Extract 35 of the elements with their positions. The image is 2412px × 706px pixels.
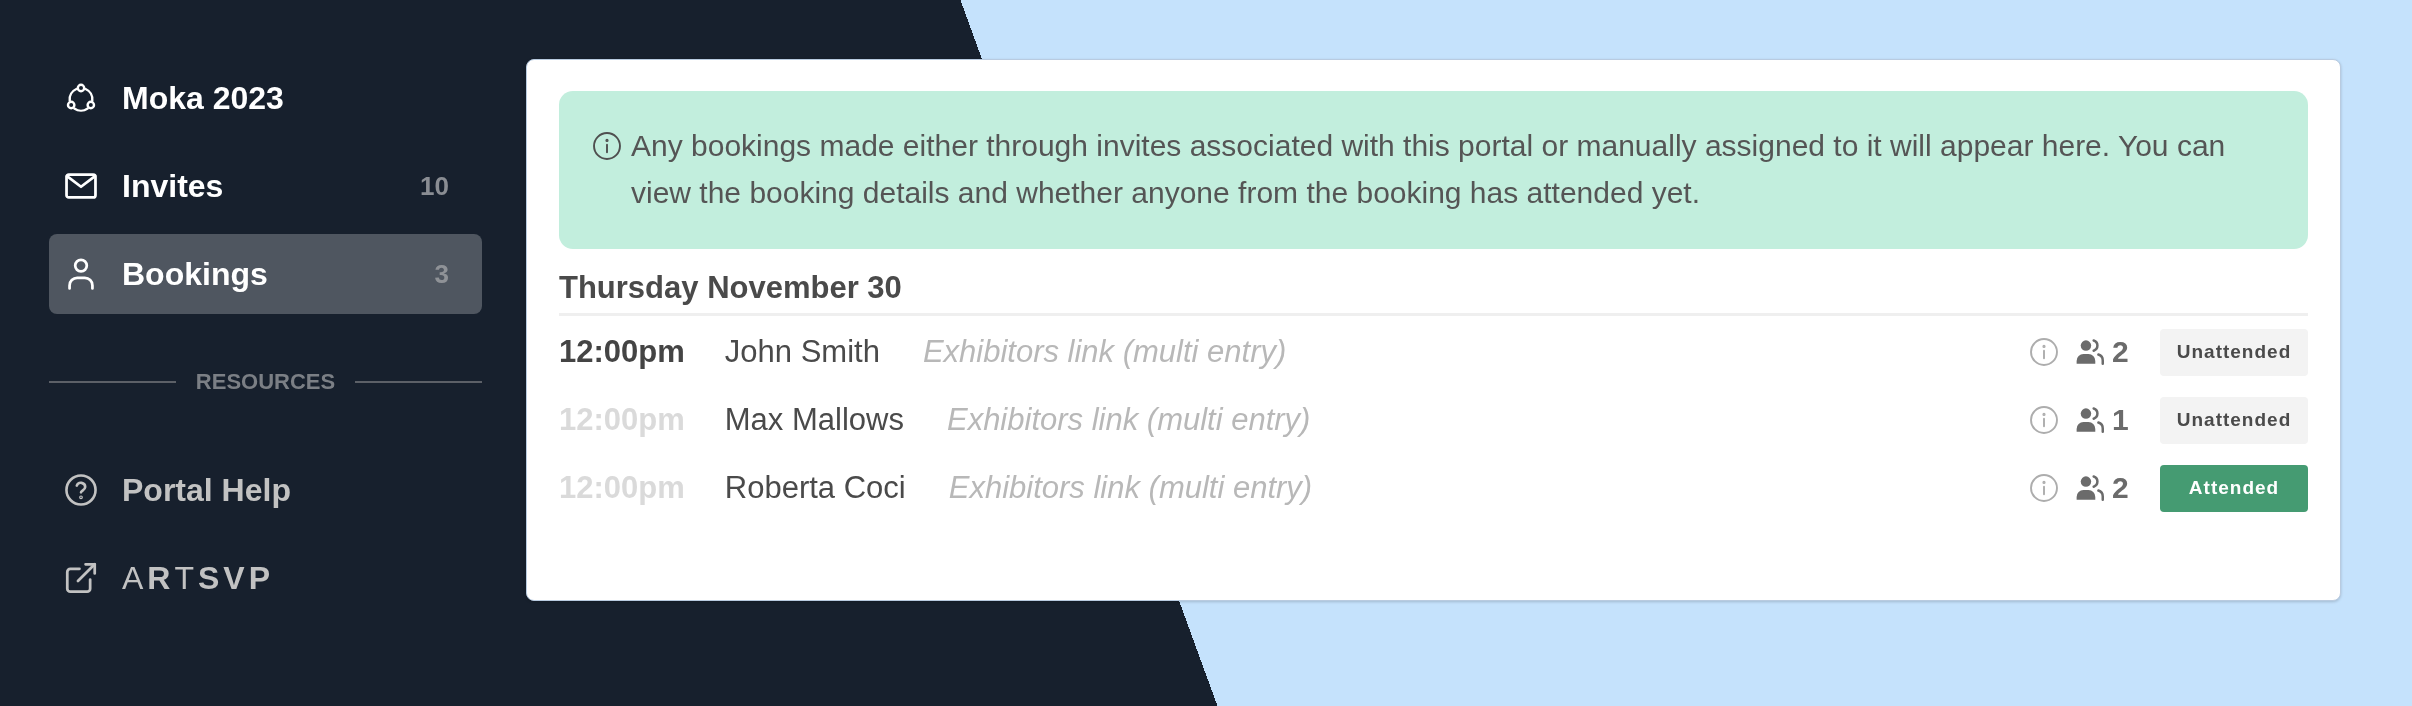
attendance-status: Unattended bbox=[2160, 396, 2308, 444]
circles-ring-icon bbox=[65, 82, 97, 114]
users-icon bbox=[2076, 474, 2104, 502]
users-icon bbox=[2076, 406, 2104, 434]
item-count: 10 bbox=[420, 170, 449, 202]
booking-source: Exhibitors link (multi entry) bbox=[922, 334, 1287, 370]
info-icon[interactable] bbox=[2030, 474, 2058, 502]
resource-link[interactable]: Portal Help bbox=[49, 450, 482, 530]
nav-item[interactable]: Invites 10 bbox=[49, 146, 482, 226]
user-icon bbox=[65, 258, 97, 290]
notice-text: Any bookings made either through invites associated with this portal or manually assigned to it will appear here. You can view the booking details and whether anyone from the booking has attended yet. bbox=[631, 128, 2227, 211]
nav-item[interactable]: Moka 2023 bbox=[49, 58, 482, 138]
resource-link[interactable]: ARTSVP bbox=[49, 538, 482, 618]
booking-time: 12:00pm bbox=[559, 334, 685, 370]
guest-name: Max Mallows bbox=[724, 402, 904, 438]
guest-count: 2 bbox=[2112, 335, 2130, 369]
guest-count: 2 bbox=[2112, 471, 2130, 505]
info-icon bbox=[593, 131, 621, 160]
booking-source: Exhibitors link (multi entry) bbox=[948, 470, 1313, 506]
item-count: 3 bbox=[434, 258, 449, 290]
info-icon[interactable] bbox=[2030, 406, 2058, 434]
mail-icon bbox=[65, 170, 97, 202]
booking-source: Exhibitors link (multi entry) bbox=[946, 402, 1311, 438]
attendance-status: Unattended bbox=[2160, 328, 2308, 376]
users-icon bbox=[2076, 338, 2104, 366]
attendance-status: Attended bbox=[2160, 464, 2308, 512]
external-link-icon bbox=[65, 562, 97, 594]
guest-name: John Smith bbox=[724, 334, 880, 370]
help-icon bbox=[65, 474, 97, 506]
section-heading: RESOURCES bbox=[195, 369, 336, 395]
guest-name: Roberta Coci bbox=[724, 470, 906, 506]
guest-count: 1 bbox=[2112, 403, 2130, 437]
date-heading: Thursday November 30 bbox=[559, 270, 903, 306]
nav-item[interactable]: Bookings 3 bbox=[49, 234, 482, 314]
info-icon[interactable] bbox=[2030, 338, 2058, 366]
